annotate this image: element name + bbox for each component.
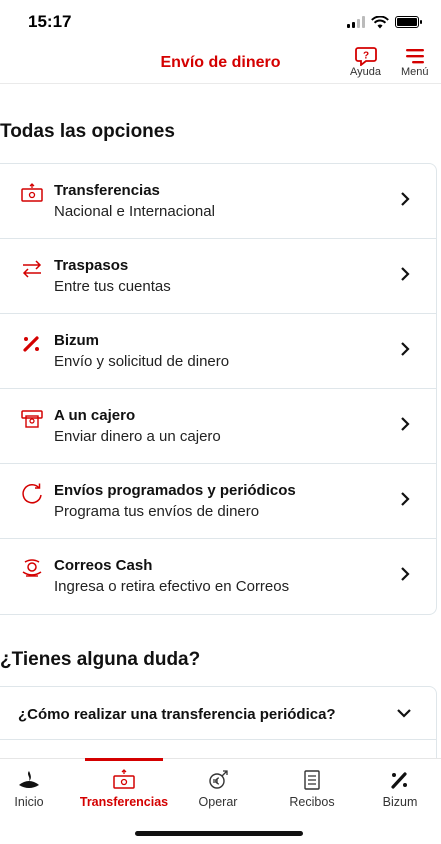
- chevron-right-icon: [401, 417, 410, 431]
- help-button[interactable]: ? Ayuda: [350, 46, 381, 78]
- bizum-icon: [391, 772, 407, 789]
- tab-inicio[interactable]: Inicio: [0, 769, 69, 809]
- chevron-right-icon: [401, 192, 410, 206]
- home-indicator: [135, 831, 303, 836]
- option-traspasos[interactable]: Traspasos Entre tus cuentas: [0, 239, 436, 314]
- signal-icon: [347, 16, 365, 28]
- option-bizum[interactable]: Bizum Envío y solicitud de dinero: [0, 314, 436, 389]
- help-chat-icon: ?: [354, 47, 377, 66]
- option-correos-cash[interactable]: Correos Cash Ingresa o retira efectivo e…: [0, 539, 436, 614]
- status-bar: 15:17: [0, 0, 441, 44]
- divider: [0, 739, 436, 740]
- receipt-icon: [304, 770, 320, 790]
- option-subtitle: Entre tus cuentas: [54, 278, 171, 295]
- option-programados[interactable]: Envíos programados y periódicos Programa…: [0, 464, 436, 539]
- faq-card: ¿Cómo realizar una transferencia periódi…: [0, 686, 437, 766]
- option-subtitle: Nacional e Internacional: [54, 203, 215, 220]
- option-title: Transferencias: [54, 182, 160, 199]
- status-icons: [347, 15, 422, 29]
- option-transferencias[interactable]: Transferencias Nacional e Internacional: [0, 164, 436, 239]
- option-title: Correos Cash: [54, 557, 153, 574]
- tab-bizum[interactable]: Bizum: [360, 769, 440, 809]
- option-subtitle: Envío y solicitud de dinero: [54, 353, 230, 370]
- option-title: Traspasos: [54, 257, 129, 274]
- menu-label: Menú: [401, 66, 429, 78]
- option-title: Bizum: [54, 332, 99, 349]
- chevron-right-icon: [401, 267, 410, 281]
- bizum-icon: [23, 336, 39, 352]
- option-title: Envíos programados y periódicos: [54, 482, 296, 499]
- option-subtitle: Enviar dinero a un cajero: [54, 428, 221, 445]
- svg-text:?: ?: [362, 51, 368, 62]
- battery-icon: [395, 16, 422, 28]
- option-cajero[interactable]: A un cajero Enviar dinero a un cajero: [0, 389, 436, 464]
- tab-label: Operar: [198, 795, 238, 809]
- tab-transferencias[interactable]: Transferencias: [80, 769, 168, 809]
- faq-question-row[interactable]: ¿Cómo realizar una transferencia periódi…: [0, 687, 436, 739]
- tab-label: Inicio: [14, 795, 44, 809]
- wifi-icon: [371, 15, 389, 28]
- tab-operar[interactable]: Operar: [178, 769, 258, 809]
- correos-icon: [22, 559, 42, 577]
- tab-label: Bizum: [382, 795, 418, 809]
- option-subtitle: Programa tus envíos de dinero: [54, 503, 260, 520]
- faq-question: ¿Cómo realizar una transferencia periódi…: [18, 706, 336, 723]
- swap-arrows-icon: [22, 260, 42, 278]
- option-title: A un cajero: [54, 407, 136, 424]
- tab-label: Transferencias: [79, 795, 169, 809]
- money-transfer-icon: [113, 769, 135, 789]
- help-label: Ayuda: [350, 66, 381, 78]
- active-tab-indicator: [85, 758, 163, 761]
- chevron-right-icon: [401, 567, 410, 581]
- faq-section-title: ¿Tienes alguna duda?: [0, 649, 201, 670]
- chevron-right-icon: [401, 492, 410, 506]
- hamburger-icon: [405, 49, 424, 64]
- santander-flame-icon: [19, 771, 39, 788]
- app-header: Envío de dinero ? Ayuda Menú: [0, 44, 441, 84]
- chevron-right-icon: [401, 342, 410, 356]
- atm-icon: [21, 410, 43, 428]
- tab-recibos[interactable]: Recibos: [272, 769, 352, 809]
- recurring-icon: [22, 483, 42, 504]
- tab-label: Recibos: [289, 795, 335, 809]
- menu-button[interactable]: Menú: [401, 46, 429, 78]
- chevron-down-icon: [397, 709, 411, 718]
- coins-icon: [209, 770, 228, 789]
- options-card: Transferencias Nacional e Internacional …: [0, 163, 437, 615]
- options-section-title: Todas las opciones: [0, 121, 175, 142]
- status-time: 15:17: [28, 12, 72, 31]
- money-transfer-icon: [21, 183, 43, 202]
- option-subtitle: Ingresa o retira efectivo en Correos: [54, 578, 290, 595]
